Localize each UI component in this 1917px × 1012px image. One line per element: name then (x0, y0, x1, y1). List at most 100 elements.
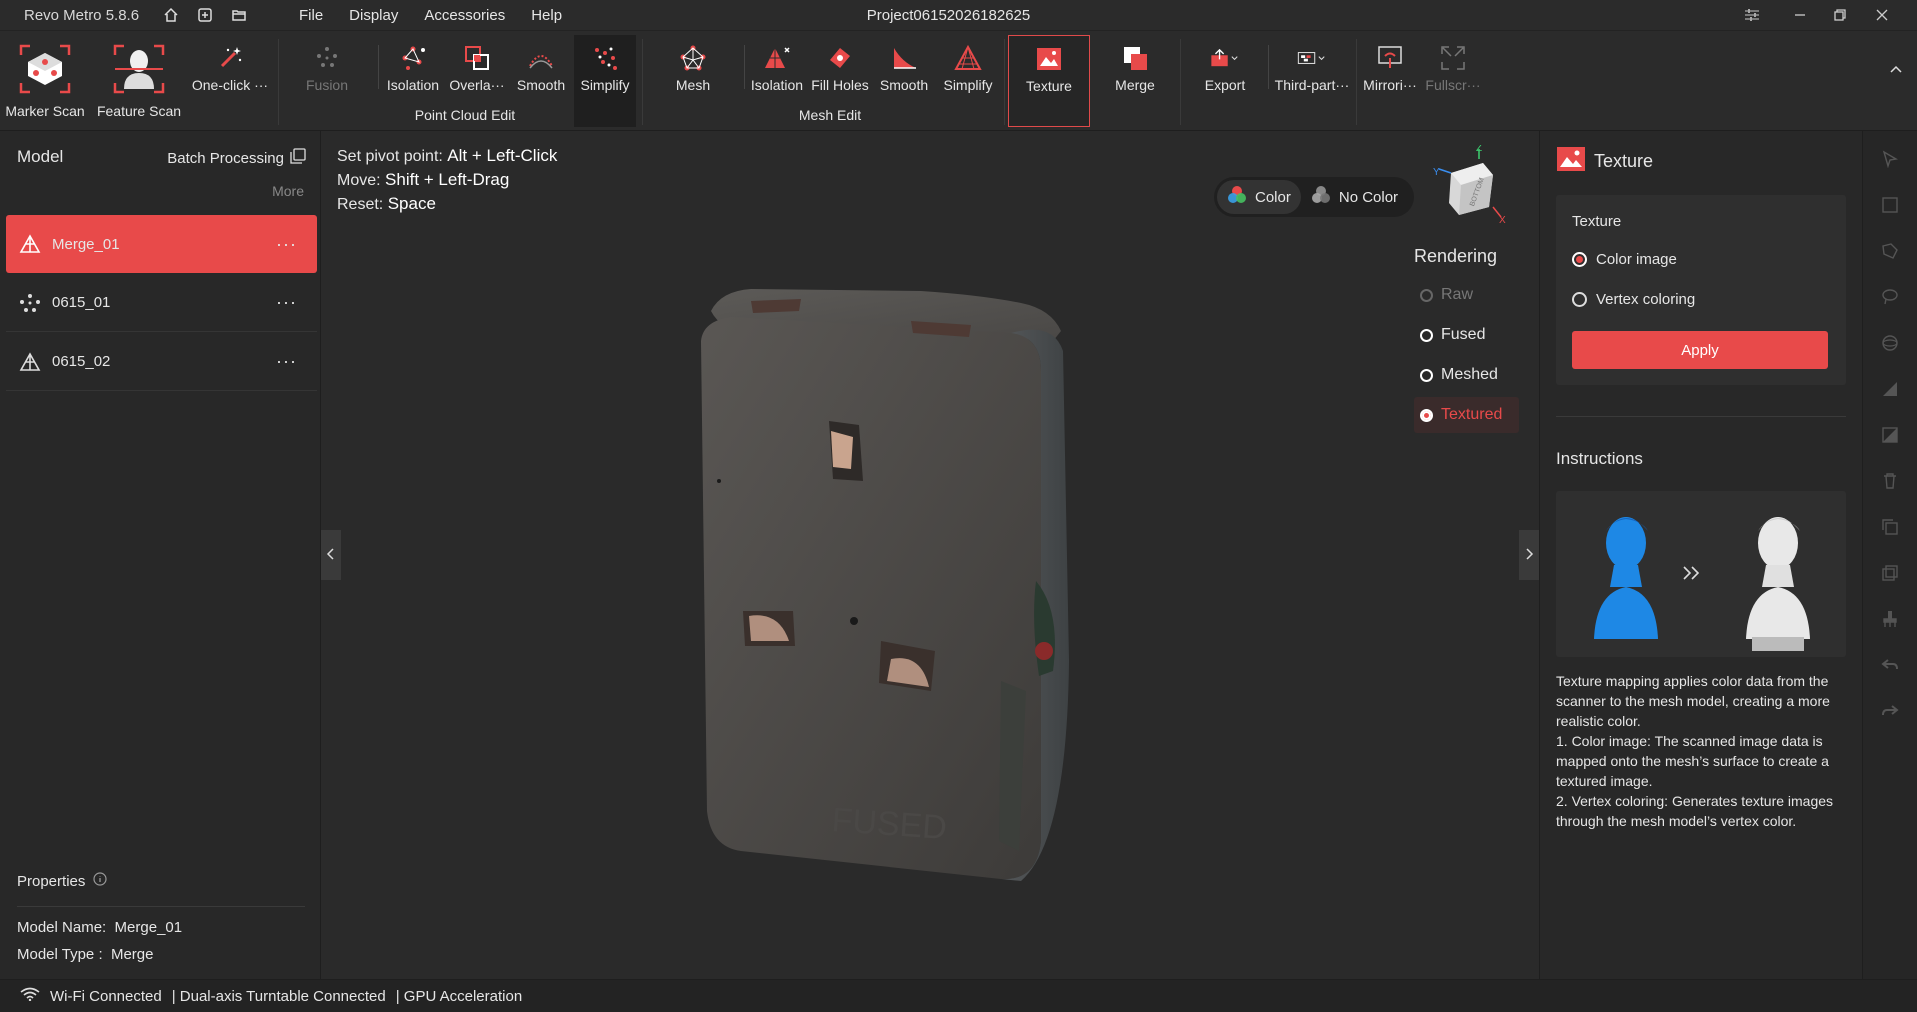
export-button[interactable]: Export (1192, 35, 1258, 127)
instructions-line: Texture mapping applies color data from … (1556, 673, 1830, 729)
vertex-coloring-label: Vertex coloring (1596, 291, 1696, 308)
bust-comparison-image (1594, 517, 1810, 651)
radio-icon (1572, 252, 1587, 267)
model-options-icon[interactable]: ··· (276, 234, 297, 255)
radio-icon (1420, 328, 1433, 342)
model-item-label: Merge_01 (52, 235, 120, 253)
collapse-right-panel-button[interactable] (1519, 530, 1539, 580)
rendering-raw-label: Raw (1441, 286, 1474, 303)
color-button[interactable]: Color (1217, 180, 1301, 214)
menu-accessories[interactable]: Accessories (411, 7, 518, 24)
properties-title: Properties (17, 872, 107, 890)
mirroring-button[interactable]: Mirrori··· (1360, 35, 1420, 127)
new-project-icon[interactable] (188, 0, 222, 30)
third-party-icon (1297, 43, 1327, 73)
settings-sliders-icon[interactable] (1732, 0, 1772, 30)
instructions-title: Instructions (1556, 449, 1643, 468)
model-item-0615-02[interactable]: 0615_02 ··· (6, 333, 317, 391)
wifi-status: Wi-Fi Connected (50, 987, 162, 1005)
marker-scan-button[interactable]: Marker Scan (2, 35, 88, 127)
batch-processing-label: Batch Processing (167, 149, 284, 167)
instructions-text: Texture mapping applies color data from … (1556, 671, 1850, 831)
brush-icon[interactable] (1878, 607, 1902, 631)
status-bar: Wi-Fi Connected | Dual-axis Turntable Co… (0, 980, 1917, 1012)
polygon-select-icon[interactable] (1878, 239, 1902, 263)
rendering-fused-label: Fused (1441, 326, 1486, 343)
model-item-merge-01[interactable]: Merge_01 ··· (6, 215, 317, 273)
sphere-select-icon[interactable] (1878, 331, 1902, 355)
color-label: Color (1255, 188, 1291, 206)
radio-icon (1420, 288, 1433, 302)
hint-label: Reset: (337, 196, 384, 213)
delete-icon[interactable] (1878, 469, 1902, 493)
batch-icon (290, 148, 306, 168)
fullscreen-button[interactable]: Fullscr··· (1422, 35, 1484, 127)
plane-cut-icon[interactable] (1878, 377, 1902, 401)
rendering-fused[interactable]: Fused (1414, 317, 1519, 353)
instructions-line: 1. Color image: The scanned image data i… (1556, 733, 1829, 789)
model-name-label: Model Name: (17, 919, 107, 936)
home-icon[interactable] (154, 0, 188, 30)
no-color-label: No Color (1338, 188, 1399, 206)
texture-icon (1556, 145, 1586, 178)
apply-button[interactable]: Apply (1572, 331, 1828, 369)
object-embossed-text: FUSED (830, 801, 948, 847)
one-click-button[interactable]: One-click ··· (188, 35, 272, 127)
texture-options-title: Texture (1572, 213, 1622, 230)
open-folder-icon[interactable] (222, 0, 256, 30)
invert-selection-icon[interactable] (1878, 423, 1902, 447)
redo-icon[interactable] (1878, 699, 1902, 723)
model-item-0615-01[interactable]: 0615_01 ··· (6, 274, 317, 332)
more-link[interactable]: More (272, 183, 304, 199)
toolbar-separator (744, 45, 745, 89)
model-name-value: Merge_01 (114, 919, 183, 936)
toolbar-separator (278, 39, 279, 125)
lasso-select-icon[interactable] (1878, 285, 1902, 309)
menu-display[interactable]: Display (336, 7, 411, 24)
scanned-model-render[interactable]: FUSED (681, 281, 1141, 901)
point-cloud-edit-label: Point Cloud Edit (414, 107, 516, 123)
hint-move: Move: Shift + Left-Drag (337, 170, 509, 190)
texture-button[interactable]: Texture (1008, 35, 1090, 127)
collapse-left-panel-button[interactable] (321, 530, 341, 580)
hint-keys: Shift + Left-Drag (385, 170, 510, 189)
turntable-status: | Dual-axis Turntable Connected (171, 987, 386, 1005)
rendering-textured[interactable]: Textured (1414, 397, 1519, 433)
hint-pivot: Set pivot point: Alt + Left-Click (337, 146, 557, 166)
rect-select-icon[interactable] (1878, 193, 1902, 217)
layers-icon[interactable] (1878, 561, 1902, 585)
model-options-icon[interactable]: ··· (276, 351, 297, 372)
restore-icon[interactable] (1820, 0, 1860, 30)
rendering-raw[interactable]: Raw (1414, 277, 1519, 313)
vertex-coloring-radio[interactable]: Vertex coloring (1572, 291, 1695, 308)
merge-button[interactable]: Merge (1100, 35, 1170, 127)
project-title: Project06152026182625 (866, 7, 1031, 24)
3d-viewport[interactable]: Set pivot point: Alt + Left-Click Move: … (321, 131, 1539, 979)
model-panel-title: Model (17, 147, 64, 166)
model-options-icon[interactable]: ··· (276, 292, 297, 313)
third-party-button[interactable]: Third-part··· (1270, 35, 1354, 127)
copy-icon[interactable] (1878, 515, 1902, 539)
model-item-label: 0615_01 (52, 294, 111, 311)
mesh-simplify-icon (953, 43, 983, 73)
viewport-tool-strip (1863, 131, 1917, 979)
hint-keys: Alt + Left-Click (447, 146, 558, 165)
info-icon[interactable] (93, 872, 107, 890)
model-type-label: Model Type : (17, 946, 103, 963)
batch-processing-button[interactable]: Batch Processing (167, 148, 306, 168)
close-icon[interactable] (1862, 0, 1902, 30)
pointer-select-icon[interactable] (1878, 147, 1902, 171)
color-image-radio[interactable]: Color image (1572, 251, 1677, 268)
orientation-gizmo[interactable]: BOTTOM Z Y X (1431, 145, 1511, 225)
undo-icon[interactable] (1878, 653, 1902, 677)
minimize-icon[interactable] (1780, 0, 1820, 30)
color-image-label: Color image (1596, 251, 1677, 268)
menu-help[interactable]: Help (518, 7, 575, 24)
collapse-toolbar-icon[interactable] (1889, 61, 1903, 77)
menu-file[interactable]: File (286, 7, 336, 24)
feature-scan-button[interactable]: Feature Scan (94, 35, 184, 127)
model-type-value: Merge (110, 946, 154, 963)
rendering-meshed[interactable]: Meshed (1414, 357, 1519, 393)
no-color-button[interactable]: No Color (1301, 180, 1408, 214)
smooth-icon (526, 43, 556, 73)
